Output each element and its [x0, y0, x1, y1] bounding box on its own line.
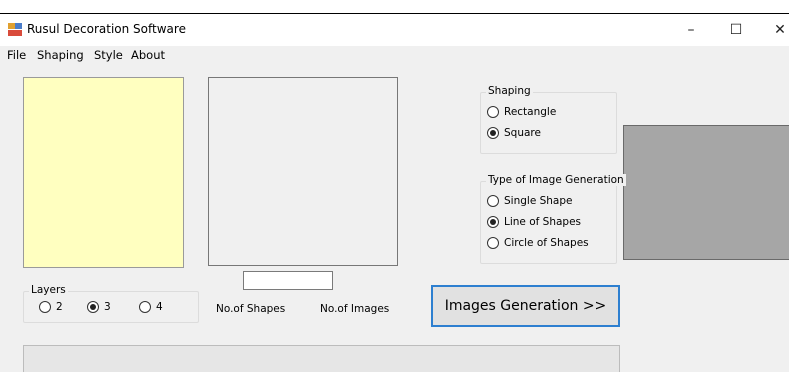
app-window: Rusul Decoration Software – ☐ ✕ File Sha… [0, 13, 789, 372]
layers-group: Layers 2 3 4 [23, 284, 199, 323]
status-panel [23, 345, 620, 372]
num-images-label: No.of Images [320, 303, 390, 315]
radio-layers-2-indicator[interactable] [39, 301, 51, 313]
menu-style[interactable]: Style [94, 48, 123, 62]
menu-bar: File Shaping Style About [0, 46, 789, 66]
minimize-button[interactable]: – [668, 14, 714, 46]
menu-about[interactable]: About [131, 48, 165, 62]
radio-layers-4-indicator[interactable] [139, 301, 151, 313]
app-icon [8, 23, 22, 36]
menu-file[interactable]: File [7, 48, 26, 62]
radio-layers-4[interactable]: 4 [139, 301, 163, 313]
radio-layers-2-label: 2 [56, 301, 63, 313]
radio-layers-2[interactable]: 2 [39, 301, 63, 313]
radio-circle-of-shapes-label: Circle of Shapes [504, 237, 589, 249]
num-shapes-label: No.of Shapes [216, 303, 286, 315]
radio-line-of-shapes-indicator[interactable] [487, 216, 499, 228]
radio-rectangle-indicator[interactable] [487, 106, 499, 118]
close-button[interactable]: ✕ [757, 14, 789, 46]
shaping-group: Shaping Rectangle Square [480, 85, 617, 154]
radio-square-label: Square [504, 127, 541, 139]
radio-single-shape-indicator[interactable] [487, 195, 499, 207]
shaping-legend: Shaping [486, 85, 533, 97]
radio-circle-of-shapes-indicator[interactable] [487, 237, 499, 249]
radio-layers-3[interactable]: 3 [87, 301, 111, 313]
radio-single-shape-label: Single Shape [504, 195, 573, 207]
radio-rectangle-label: Rectangle [504, 106, 557, 118]
generation-type-group: Type of Image Generation Single Shape Li… [480, 174, 626, 264]
radio-square[interactable]: Square [487, 127, 541, 139]
shape-canvas [208, 77, 398, 266]
layer-preview-panel [23, 77, 184, 268]
window-title: Rusul Decoration Software [27, 22, 186, 36]
generation-type-legend: Type of Image Generation [486, 174, 626, 186]
radio-circle-of-shapes[interactable]: Circle of Shapes [487, 237, 589, 249]
images-generation-button[interactable]: Images Generation >> [431, 285, 620, 327]
shapes-count-input[interactable] [243, 271, 333, 290]
radio-layers-4-label: 4 [156, 301, 163, 313]
radio-layers-3-label: 3 [104, 301, 111, 313]
radio-rectangle[interactable]: Rectangle [487, 106, 556, 118]
output-preview-panel [623, 125, 789, 260]
radio-line-of-shapes[interactable]: Line of Shapes [487, 216, 581, 228]
title-bar[interactable]: Rusul Decoration Software – ☐ ✕ [0, 14, 789, 46]
radio-line-of-shapes-label: Line of Shapes [504, 216, 582, 228]
radio-layers-3-indicator[interactable] [87, 301, 99, 313]
radio-square-indicator[interactable] [487, 127, 499, 139]
menu-shaping[interactable]: Shaping [37, 48, 84, 62]
maximize-button[interactable]: ☐ [713, 14, 759, 46]
radio-single-shape[interactable]: Single Shape [487, 195, 573, 207]
layers-legend: Layers [29, 284, 68, 296]
